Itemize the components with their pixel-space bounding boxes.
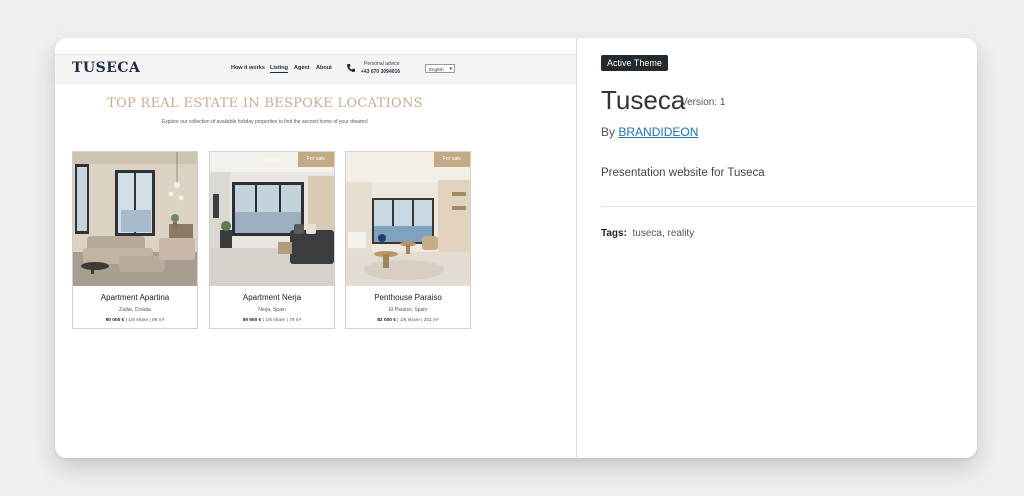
listing-price: 90 000 € | 1/8 share | 89 m² [105,318,165,323]
penthouse-photo [346,152,470,286]
listing-card-apartina: Apartment Apartina Zadar, Croatia 90 000… [72,151,198,329]
theme-screenshot: TUSECA How it works Listing Agent About … [55,38,577,458]
theme-version: Version: 1 [681,97,726,108]
theme-name: Tuseca [601,85,686,115]
nav-agent: Agent [294,65,310,71]
hero-subtitle: Explore our collection of available holi… [161,119,369,125]
listing-name: Apartment Apartina [100,293,170,302]
site-header: TUSECA How it works Listing Agent About … [55,54,576,84]
advice-label: Personal advice [364,61,400,67]
language-select: English ▾ [425,64,455,73]
listing-card-paraiso: For sale Penthouse Paraiso El Paraiso, S… [345,151,471,329]
living-room-photo [73,152,197,286]
site-logo: TUSECA [72,60,141,76]
listing-location: Zadar, Croatia [119,307,151,313]
divider [601,206,977,207]
listing-location: Nerja, Spain [258,307,286,313]
theme-author-line: By BRANDIDEON [601,125,699,139]
listing-name: Penthouse Paraiso [374,293,442,302]
listing-name: Apartment Nerja [242,293,302,302]
theme-tags: Tags: tuseca, reality [601,228,695,239]
theme-details-card: TUSECA How it works Listing Agent About … [55,38,977,458]
for-sale-badge: For sale [434,152,470,167]
listing-location: El Paraiso, Spain [388,307,428,313]
nav-about: About [316,65,332,71]
chevron-down-icon: ▾ [449,66,452,72]
theme-info: Active Theme Tuseca Version: 1 By BRANDI… [601,38,977,458]
listing-price: 59 900 € | 1/8 share | 79 m² [242,318,302,323]
listing-price: 82 000 € | 1/8 share | 201 m² [377,318,439,323]
phone-icon [347,64,355,72]
apartment-photo [210,152,334,286]
theme-description: Presentation website for Tuseca [601,167,765,179]
nav-listing: Listing [270,65,289,73]
for-sale-badge: For sale [298,152,334,167]
nav-how-it-works: How it works [231,65,265,71]
advice-phone: +43 670 3094016 [361,69,401,75]
active-theme-badge: Active Theme [601,55,668,71]
listing-card-nerja: For sale Apartment Nerja Nerja, Spain 59… [209,151,335,329]
author-link[interactable]: BRANDIDEON [618,125,698,139]
hero-title: TOP REAL ESTATE IN BESPOKE LOCATIONS [107,96,423,111]
